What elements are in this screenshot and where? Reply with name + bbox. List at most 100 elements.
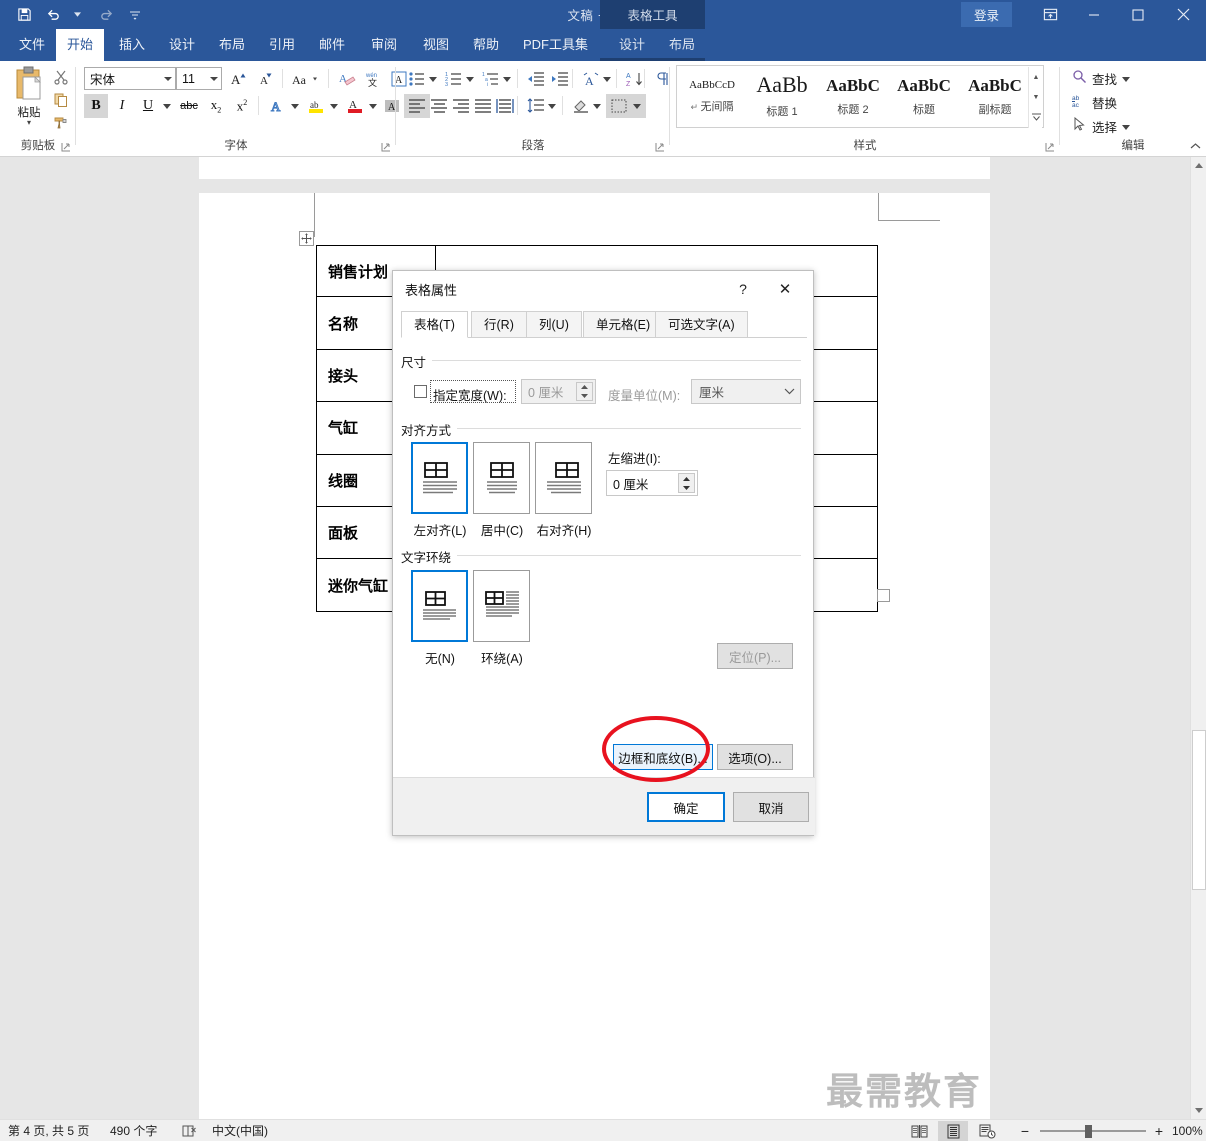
table-resize-handle[interactable] (877, 589, 890, 602)
superscript-icon[interactable]: x2 (230, 94, 254, 118)
help-icon[interactable]: ? (729, 276, 757, 302)
ok-button[interactable]: 确定 (647, 792, 725, 822)
format-painter-icon[interactable] (50, 111, 72, 132)
clear-formatting-icon[interactable]: A (334, 67, 360, 91)
cut-icon[interactable] (50, 66, 72, 87)
dialog-tab-cell[interactable]: 单元格(E) (583, 311, 664, 338)
align-right-option[interactable] (535, 442, 592, 514)
spinner-down-icon[interactable] (577, 392, 592, 401)
select-button[interactable]: 选择 (1072, 115, 1131, 137)
ribbon-display-options-icon[interactable] (1028, 0, 1072, 29)
chevron-down-icon[interactable] (778, 380, 800, 403)
table-width-spinner[interactable]: 0 厘米 (521, 379, 596, 404)
vertical-scrollbar[interactable] (1190, 157, 1206, 1119)
ribbon-tab-help[interactable]: 帮助 (462, 29, 510, 61)
undo-dropdown-icon[interactable] (67, 5, 87, 25)
minimize-icon[interactable] (1072, 0, 1116, 29)
find-button[interactable]: 查找 (1072, 67, 1131, 89)
ribbon-tab-view[interactable]: 视图 (412, 29, 460, 61)
save-icon[interactable] (14, 5, 34, 25)
shrink-font-icon[interactable]: A (254, 67, 280, 91)
specify-width-checkbox[interactable] (414, 385, 427, 398)
styles-dialog-launcher[interactable] (1044, 142, 1055, 153)
font-size-input[interactable]: 11 (176, 67, 222, 90)
paste-button[interactable]: 粘贴 ▾ (6, 65, 52, 131)
dialog-tab-row[interactable]: 行(R) (471, 311, 527, 338)
phonetic-guide-icon[interactable]: wén 文 (360, 67, 386, 91)
styles-scroll-down-icon[interactable]: ▼ (1029, 87, 1043, 107)
styles-scroll-up-icon[interactable]: ▲ (1029, 67, 1043, 87)
style-item-heading-2[interactable]: AaBbC 标题 2 (818, 66, 888, 127)
underline-icon[interactable]: U (136, 94, 160, 118)
asian-layout-dropdown-icon[interactable] (600, 67, 613, 91)
borders-dropdown-icon[interactable] (628, 94, 646, 118)
ribbon-tab-pdf-tools[interactable]: PDF工具集 (512, 29, 599, 61)
text-highlight-icon[interactable]: ab (303, 94, 329, 118)
dialog-tab-alt-text[interactable]: 可选文字(A) (655, 311, 748, 338)
scroll-up-icon[interactable] (1191, 157, 1206, 174)
bullets-dropdown-icon[interactable] (426, 67, 439, 91)
sign-in-button[interactable]: 登录 (960, 2, 1012, 27)
ribbon-tab-review[interactable]: 审阅 (360, 29, 408, 61)
table-width-spinner-buttons[interactable] (576, 382, 593, 401)
ribbon-tab-file[interactable]: 文件 (8, 29, 56, 61)
line-spacing-dropdown-icon[interactable] (545, 94, 558, 118)
collapse-ribbon-icon[interactable] (1190, 142, 1201, 153)
align-center-option[interactable] (473, 442, 530, 514)
font-name-dropdown-icon[interactable] (164, 76, 172, 81)
ribbon-tab-home[interactable]: 开始 (56, 29, 105, 61)
print-layout-icon[interactable] (938, 1121, 968, 1141)
word-count[interactable]: 490 个字 (110, 1120, 157, 1142)
spinner-up-icon[interactable] (679, 474, 694, 483)
page-info[interactable]: 第 4 页, 共 5 页 (8, 1120, 89, 1142)
italic-icon[interactable]: I (110, 94, 134, 118)
subscript-icon[interactable]: x2 (204, 94, 228, 118)
find-dropdown-icon[interactable] (1122, 71, 1131, 85)
dialog-tab-column[interactable]: 列(U) (526, 311, 582, 338)
undo-icon[interactable] (43, 5, 63, 25)
scrollbar-thumb[interactable] (1192, 730, 1206, 890)
font-name-input[interactable]: 宋体 (84, 67, 176, 90)
text-effects-dropdown-icon[interactable] (288, 94, 301, 118)
multilevel-list-dropdown-icon[interactable] (500, 67, 513, 91)
ribbon-tab-table-design[interactable]: 设计 (608, 29, 656, 61)
redo-icon[interactable] (96, 5, 116, 25)
style-item-title[interactable]: AaBbC 标题 (889, 66, 959, 127)
font-size-dropdown-icon[interactable] (210, 76, 218, 81)
ribbon-tab-layout[interactable]: 布局 (208, 29, 256, 61)
language-indicator[interactable]: 中文(中国) (212, 1120, 268, 1142)
bold-icon[interactable]: B (84, 94, 108, 118)
clipboard-dialog-launcher[interactable] (60, 142, 71, 153)
font-dialog-launcher[interactable] (380, 142, 391, 153)
style-item-no-spacing[interactable]: AaBbCcD ↵ 无间隔 (677, 66, 747, 127)
increase-indent-icon[interactable] (547, 67, 573, 91)
left-indent-spinner-buttons[interactable] (678, 473, 695, 493)
wrap-none-option[interactable] (411, 570, 468, 642)
scroll-down-icon[interactable] (1191, 1102, 1206, 1119)
table-move-handle[interactable] (299, 231, 314, 246)
ribbon-tab-references[interactable]: 引用 (258, 29, 306, 61)
change-case-icon[interactable]: Aa (288, 67, 324, 91)
zoom-out-button[interactable]: − (1018, 1120, 1032, 1142)
align-left-option[interactable] (411, 442, 468, 514)
left-indent-spinner[interactable]: 0 厘米 (606, 470, 698, 496)
paragraph-dialog-launcher[interactable] (654, 142, 665, 153)
close-icon[interactable] (1160, 0, 1206, 29)
font-color-dropdown-icon[interactable] (366, 94, 379, 118)
paste-dropdown-icon[interactable]: ▾ (27, 119, 31, 127)
cancel-button[interactable]: 取消 (733, 792, 809, 822)
text-effects-icon[interactable]: A (264, 94, 290, 118)
zoom-in-button[interactable]: + (1152, 1120, 1166, 1142)
select-dropdown-icon[interactable] (1122, 119, 1131, 133)
zoom-slider-thumb[interactable] (1085, 1125, 1092, 1138)
shading-dropdown-icon[interactable] (590, 94, 603, 118)
ribbon-tab-insert[interactable]: 插入 (108, 29, 156, 61)
proofing-errors-icon[interactable] (182, 1120, 197, 1142)
spinner-up-icon[interactable] (577, 383, 592, 392)
text-highlight-dropdown-icon[interactable] (327, 94, 340, 118)
maximize-icon[interactable] (1116, 0, 1160, 29)
close-icon[interactable]: ✕ (765, 276, 805, 302)
styles-more-icon[interactable] (1029, 107, 1043, 127)
dialog-tab-table[interactable]: 表格(T) (401, 311, 468, 338)
underline-dropdown-icon[interactable] (160, 94, 174, 118)
